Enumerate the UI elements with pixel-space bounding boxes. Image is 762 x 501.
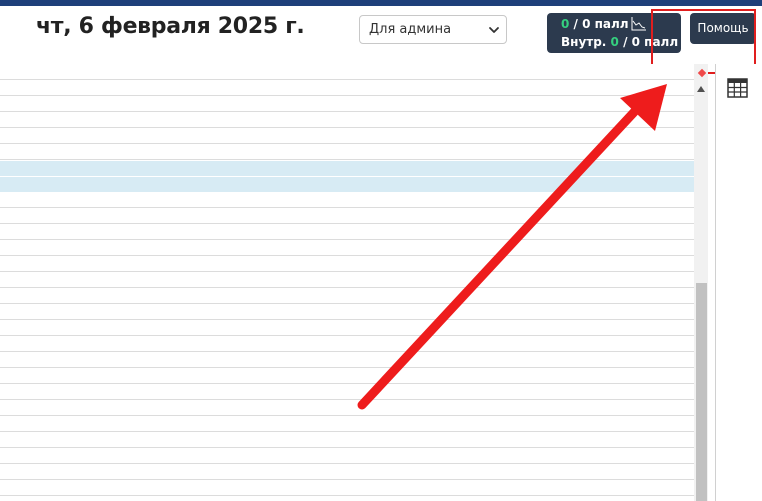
chevron-down-icon (489, 27, 499, 33)
role-select-value: Для админа (369, 22, 452, 37)
schedule-grid[interactable] (0, 64, 694, 501)
top-nav-strip (0, 0, 762, 6)
internal-pallet-prefix: Внутр. (561, 35, 611, 49)
app-page: чт, 6 февраля 2025 г. Для админа 0 / 0 п… (0, 0, 762, 501)
highlighted-row[interactable] (0, 177, 694, 192)
scrollbar-thumb[interactable] (696, 283, 707, 501)
role-select[interactable]: Для админа (359, 15, 507, 44)
triangle-up-icon[interactable] (697, 86, 705, 92)
right-side-panel (715, 64, 762, 501)
pallet-count-rest: / 0 палл (569, 17, 629, 31)
page-title-date: чт, 6 февраля 2025 г. (36, 14, 305, 39)
table-grid-icon[interactable] (727, 78, 748, 98)
pallet-count-line: 0 / 0 палл (561, 17, 629, 31)
chart-line-icon (631, 17, 646, 31)
internal-pallet-count: 0 (610, 35, 619, 49)
highlighted-row[interactable] (0, 161, 694, 176)
